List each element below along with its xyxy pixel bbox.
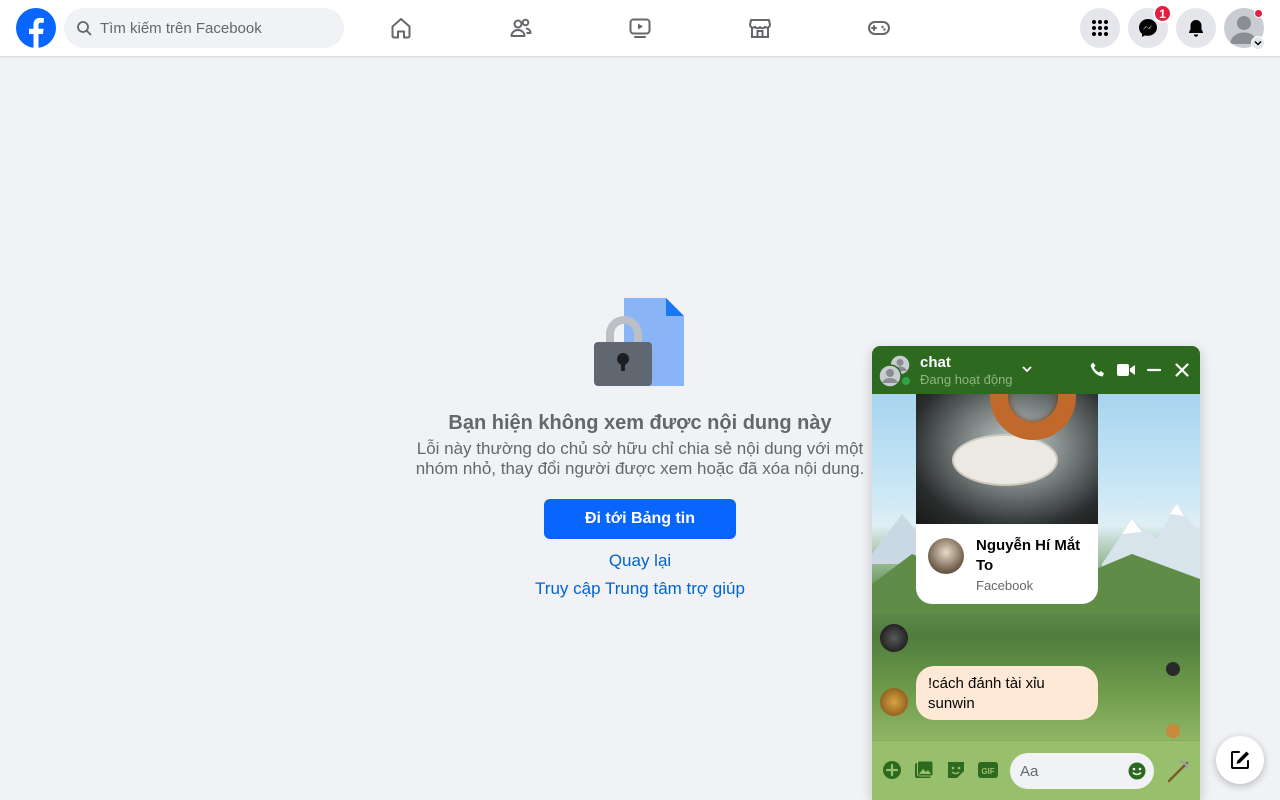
nav-home[interactable] — [345, 8, 457, 48]
menu-grid-icon — [1092, 20, 1108, 36]
chat-composer: GIF — [872, 740, 1200, 800]
group-avatar-icon — [878, 354, 912, 388]
add-button[interactable] — [881, 759, 903, 781]
sticker-icon — [948, 762, 964, 778]
messenger-unread-badge: 1 — [1153, 4, 1172, 23]
help-center-link[interactable]: Truy cập Trung tâm trợ giúp — [490, 579, 790, 599]
read-receipt-avatar — [1166, 724, 1180, 738]
post-author-name: Nguyễn Hí Mắt To — [976, 537, 1081, 574]
attach-image-button[interactable] — [913, 759, 935, 781]
message-bubble[interactable]: !cách đánh tài xỉu sunwin — [916, 666, 1098, 720]
sender-avatar[interactable] — [880, 624, 908, 652]
notification-dot — [1254, 9, 1263, 18]
messenger-button[interactable]: 1 — [1128, 4, 1172, 48]
post-source: Facebook — [976, 578, 1034, 593]
sticker-button[interactable] — [945, 759, 967, 781]
search-icon — [77, 21, 92, 36]
messenger-icon — [1139, 19, 1157, 37]
back-link[interactable]: Quay lại — [540, 551, 740, 571]
chevron-down-icon[interactable] — [1020, 362, 1034, 376]
video-icon — [629, 18, 651, 38]
notifications-button[interactable] — [1176, 8, 1216, 48]
facebook-logo-icon[interactable] — [16, 8, 56, 48]
gif-button[interactable]: GIF — [977, 759, 999, 781]
video-call-button[interactable] — [1114, 358, 1138, 382]
error-description: Lỗi này thường do chủ sở hữu chỉ chia sẻ… — [415, 439, 865, 478]
shared-post-card[interactable]: Nguyễn Hí Mắt To Facebook — [916, 524, 1098, 604]
search-input[interactable] — [100, 19, 320, 37]
image-icon — [915, 760, 934, 778]
chat-title: chat — [920, 354, 951, 371]
message-input[interactable] — [1020, 762, 1120, 780]
voice-call-button[interactable] — [1086, 358, 1110, 382]
locked-content-illustration — [594, 298, 684, 386]
chat-status: Đang hoạt động — [920, 372, 1013, 387]
chat-window: chat Đang hoạt động Nguyễn Hí Mắt To Fac… — [872, 346, 1200, 800]
nav-gaming[interactable] — [823, 8, 935, 48]
sender-avatar[interactable] — [880, 688, 908, 716]
minimize-icon — [1146, 368, 1162, 372]
read-receipt-avatar — [1166, 662, 1180, 676]
post-author-avatar — [928, 538, 964, 574]
error-title: Bạn hiện không xem được nội dung này — [448, 412, 832, 434]
account-menu-chevron[interactable] — [1251, 36, 1265, 50]
nav-marketplace[interactable] — [704, 8, 816, 48]
shared-post-image[interactable] — [916, 394, 1098, 524]
menu-button[interactable] — [1080, 8, 1120, 48]
marketplace-icon — [749, 19, 771, 38]
search-bar[interactable] — [64, 8, 344, 48]
thumb-icon[interactable] — [1166, 759, 1190, 783]
nav-friends[interactable] — [465, 8, 577, 48]
friends-icon — [510, 18, 532, 37]
top-navigation-bar: 1 — [0, 0, 1280, 56]
new-message-button[interactable] — [1216, 736, 1264, 784]
notifications-icon — [1189, 20, 1203, 37]
gif-icon: GIF — [978, 762, 998, 778]
message-input-box[interactable] — [1010, 753, 1154, 789]
emoji-icon[interactable] — [1128, 762, 1146, 780]
close-icon — [1175, 363, 1189, 377]
chat-messages-area[interactable]: Nguyễn Hí Mắt To Facebook !cách đánh tài… — [872, 394, 1200, 740]
gaming-icon — [868, 21, 890, 35]
chat-header[interactable]: chat Đang hoạt động — [872, 346, 1200, 394]
nav-video[interactable] — [584, 8, 696, 48]
home-icon — [391, 18, 411, 39]
close-chat-button[interactable] — [1170, 358, 1194, 382]
phone-icon — [1090, 362, 1104, 377]
compose-icon — [1231, 751, 1249, 769]
chevron-down-icon — [1254, 40, 1262, 46]
video-camera-icon — [1117, 364, 1135, 376]
plate-shape — [952, 434, 1058, 486]
add-icon — [883, 761, 901, 779]
minimize-chat-button[interactable] — [1142, 358, 1166, 382]
go-to-feed-button[interactable]: Đi tới Bảng tin — [544, 499, 736, 539]
svg-text:GIF: GIF — [981, 767, 994, 776]
